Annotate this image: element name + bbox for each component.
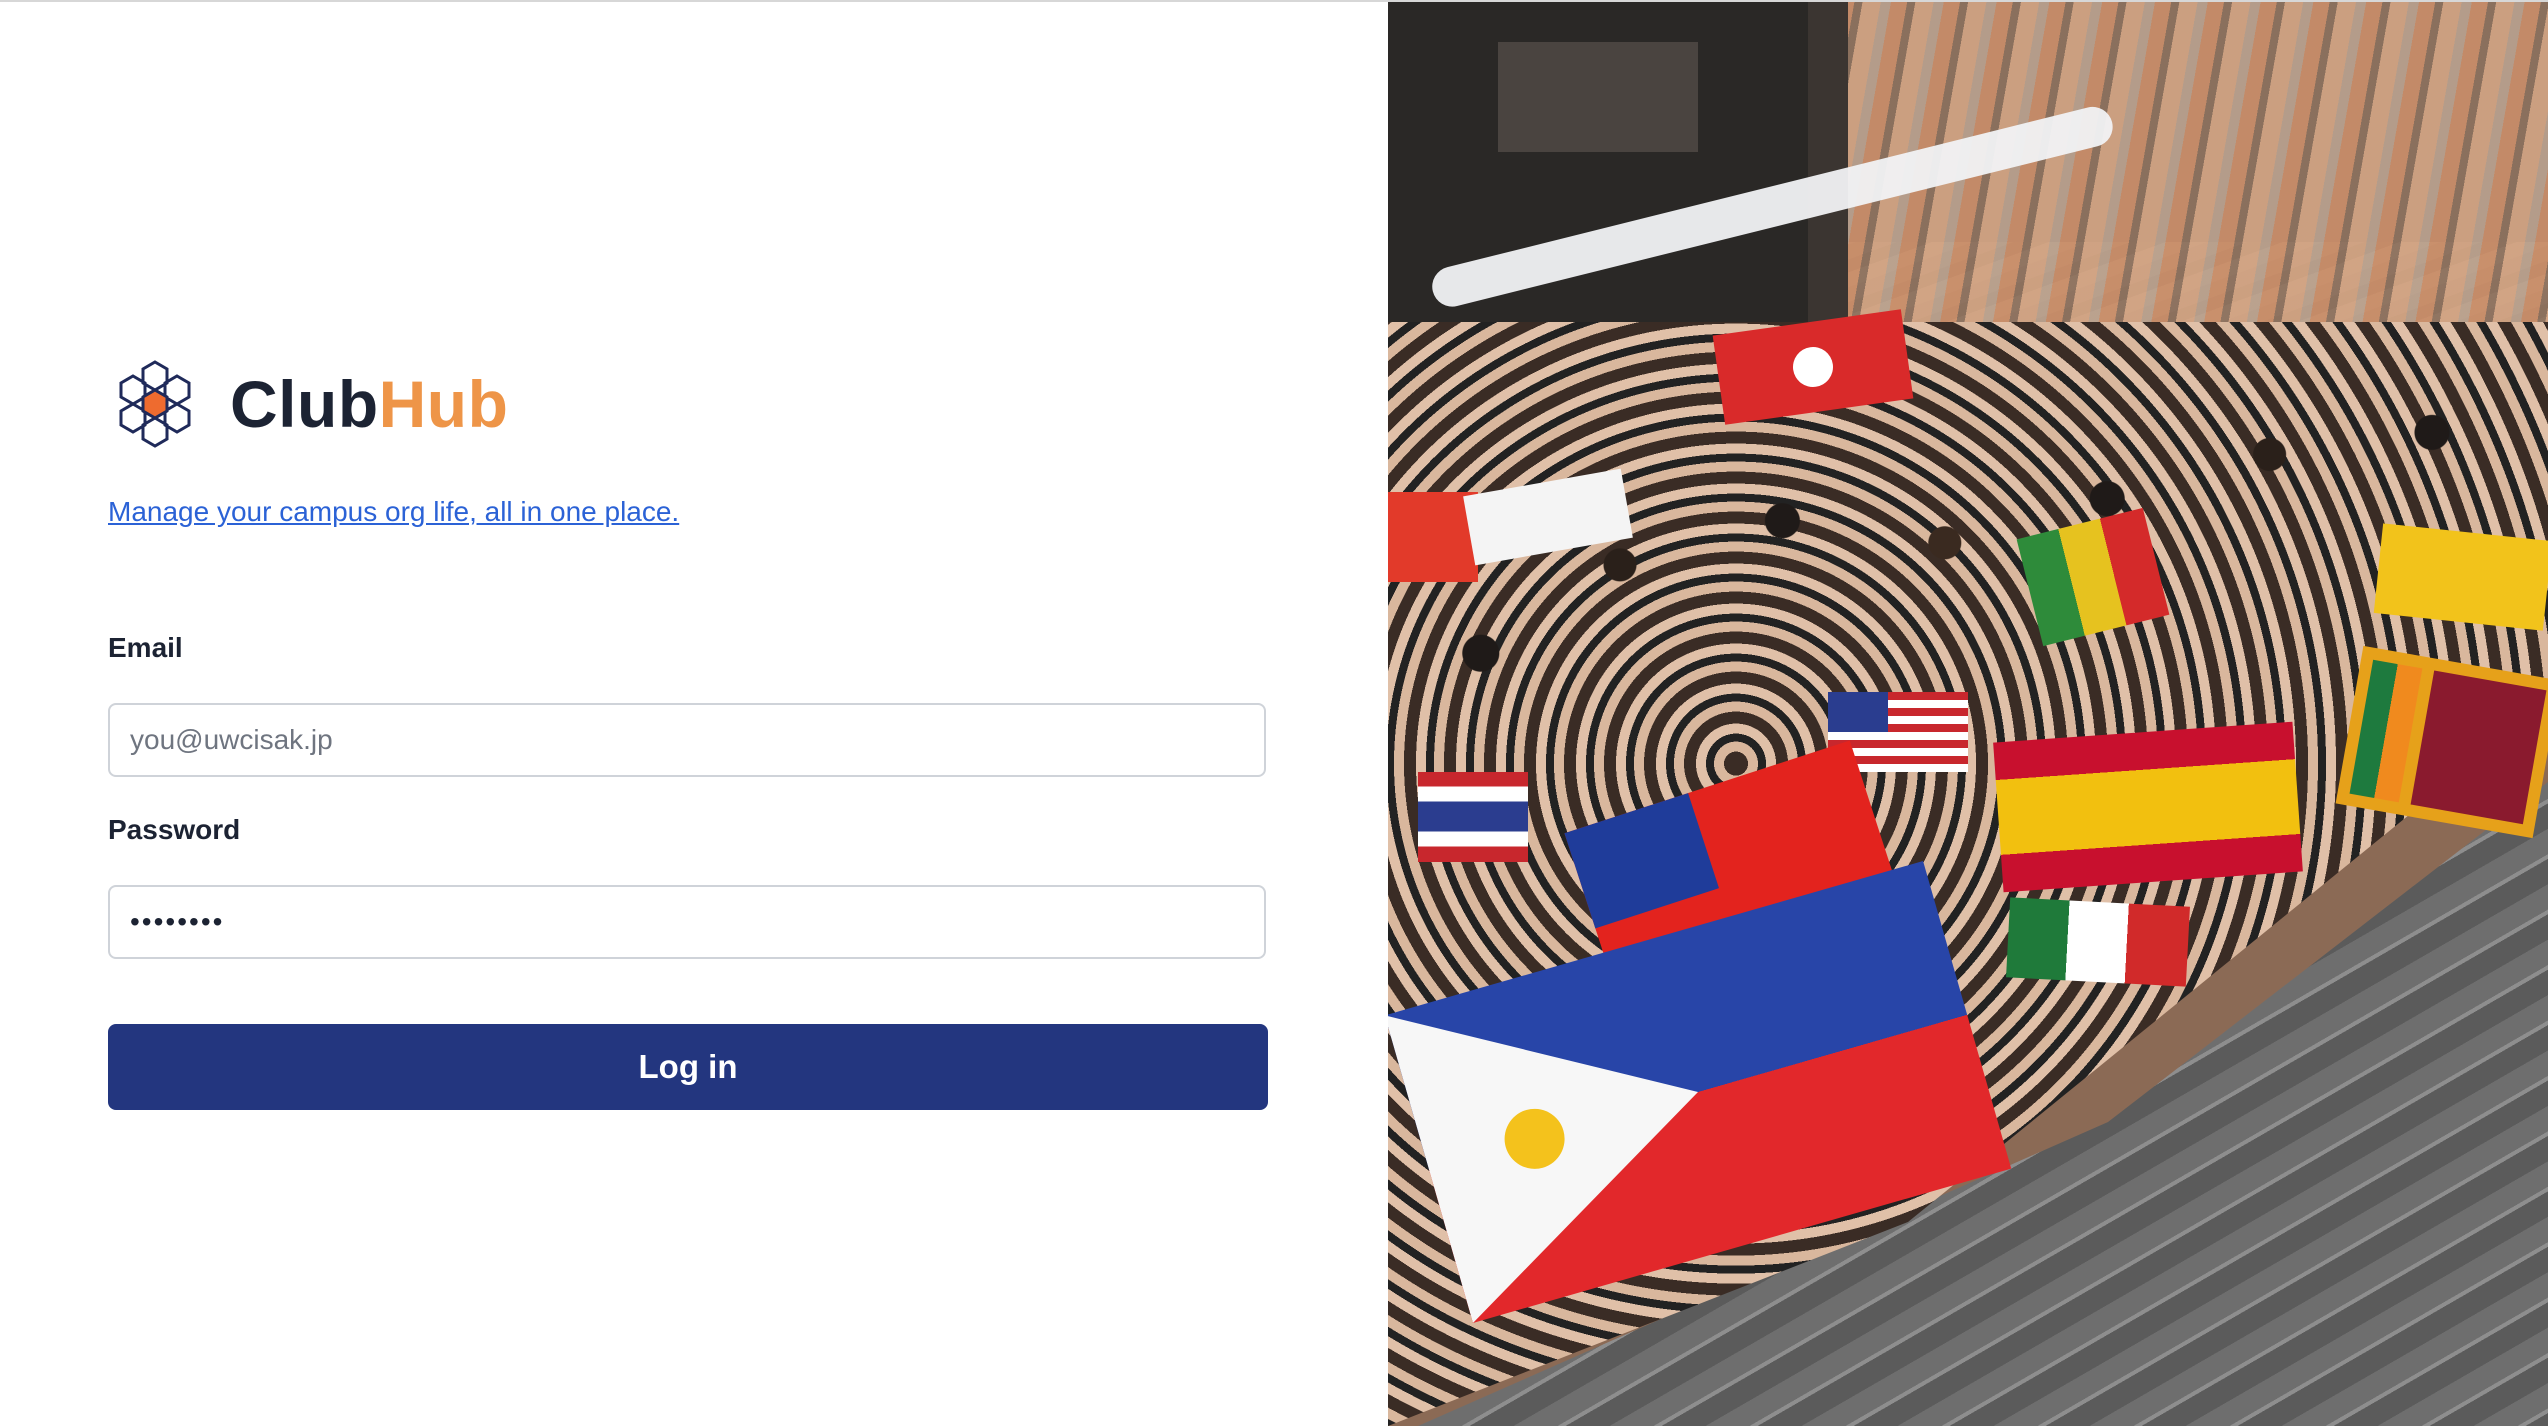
email-input[interactable] [108,703,1266,777]
brand-name-club: Club [230,367,379,441]
flag-yellow [2373,523,2548,631]
photo-building-window [1498,42,1698,152]
tagline-link[interactable]: Manage your campus org life, all in one … [108,496,679,528]
flag-thailand [1418,772,1528,862]
hexagon-cluster-icon [119,360,191,448]
login-button[interactable]: Log in [108,1024,1268,1110]
flag-mexico [2006,897,2190,987]
password-label: Password [108,814,241,845]
email-label: Email [108,632,183,663]
flag-spain [1993,721,2303,893]
brand-logo: ClubHub [112,354,508,454]
brand-name: ClubHub [230,371,508,437]
password-input[interactable] [108,885,1266,959]
brand-name-hub: Hub [378,367,509,441]
hero-photo [1388,2,2548,1426]
login-panel: ClubHub Manage your campus org life, all… [0,2,1388,1426]
